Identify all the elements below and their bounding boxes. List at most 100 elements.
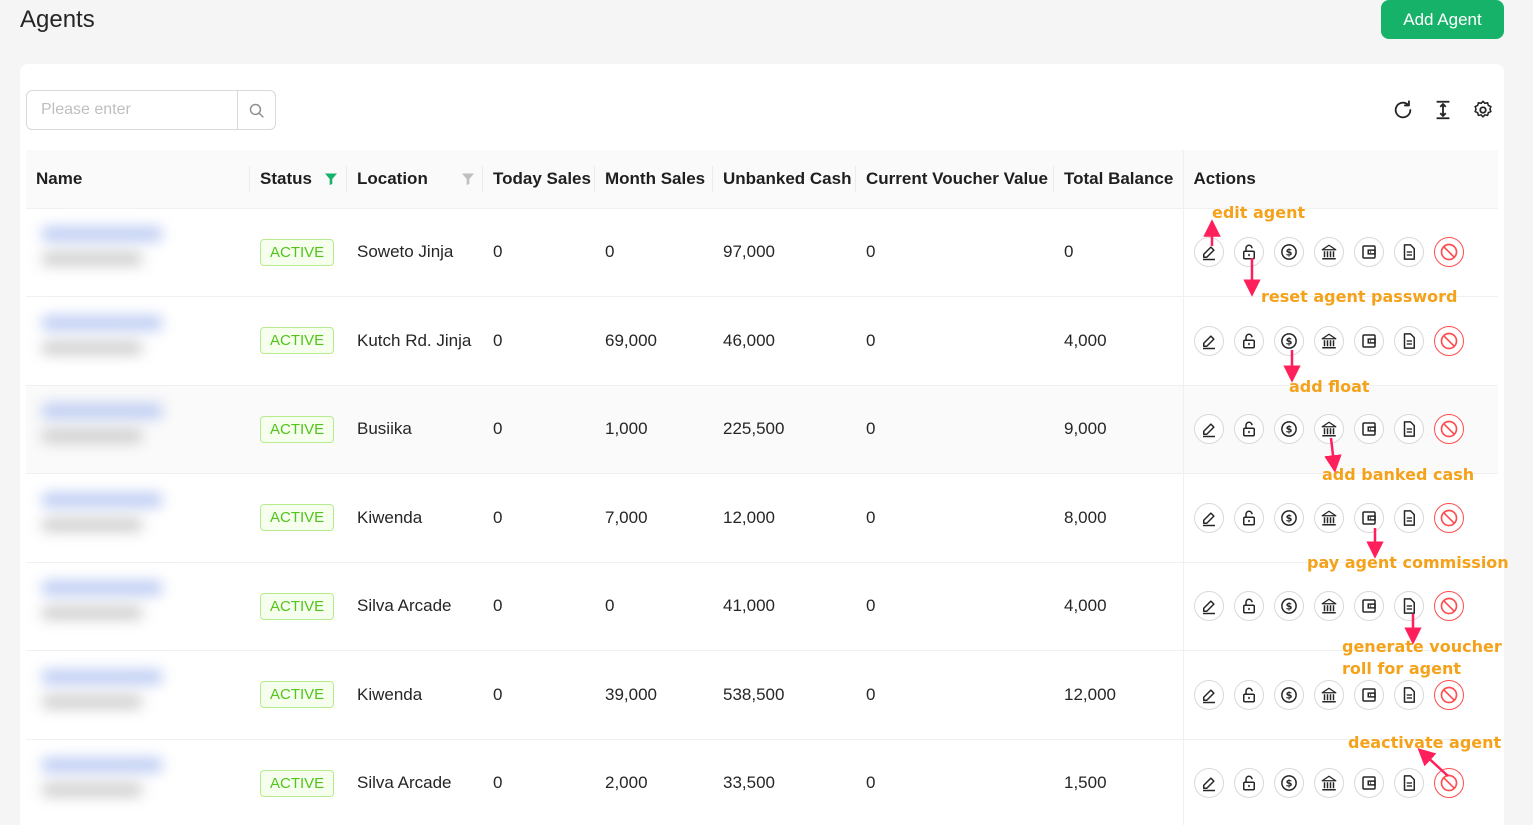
search-button[interactable] xyxy=(237,91,275,129)
column-header-today-sales[interactable]: Today Sales xyxy=(483,150,595,209)
edit-agent-button[interactable] xyxy=(1193,679,1224,710)
column-header-status[interactable]: Status xyxy=(250,150,347,209)
annotation-add-banked-cash: add banked cash xyxy=(1322,465,1475,484)
annotation-edit-agent: edit agent xyxy=(1212,203,1306,222)
voucher-value-cell: 0 xyxy=(856,208,1054,297)
month-sales-cell: 2,000 xyxy=(595,739,713,825)
stop-icon xyxy=(1440,420,1457,438)
pay-commission-button[interactable] xyxy=(1353,325,1384,356)
today-sales-cell: 0 xyxy=(483,208,595,297)
add-float-button[interactable]: $ xyxy=(1273,325,1304,356)
today-sales-cell: 0 xyxy=(483,473,595,563)
edit-agent-button[interactable] xyxy=(1193,768,1224,799)
deactivate-agent-button[interactable] xyxy=(1433,325,1464,356)
reset-password-button[interactable] xyxy=(1233,237,1264,268)
reset-password-button[interactable] xyxy=(1233,591,1264,622)
edit-agent-button[interactable] xyxy=(1193,237,1224,268)
edit-icon xyxy=(1202,600,1215,615)
deactivate-agent-button[interactable] xyxy=(1433,237,1464,268)
add-float-button[interactable]: $ xyxy=(1273,679,1304,710)
reset-password-button[interactable] xyxy=(1233,414,1264,445)
svg-text:$: $ xyxy=(1285,336,1292,347)
agents-table: Name Status Location Today Sales Month S… xyxy=(26,150,1498,825)
add-banked-cash-button[interactable] xyxy=(1313,237,1344,268)
deactivate-agent-button[interactable] xyxy=(1433,414,1464,445)
generate-voucher-button[interactable] xyxy=(1393,768,1424,799)
generate-voucher-button[interactable] xyxy=(1393,679,1424,710)
voucher-value-cell: 0 xyxy=(856,562,1054,651)
annotation-add-float: add float xyxy=(1289,377,1370,396)
file-text-icon xyxy=(1403,244,1415,261)
voucher-value-cell: 0 xyxy=(856,385,1054,474)
deactivate-agent-button[interactable] xyxy=(1433,591,1464,622)
pay-commission-button[interactable] xyxy=(1353,768,1384,799)
table-settings-button[interactable] xyxy=(1471,98,1495,122)
location-cell: Busiika xyxy=(347,385,483,474)
reset-password-button[interactable] xyxy=(1233,679,1264,710)
unlock-icon xyxy=(1242,333,1255,349)
reset-password-button[interactable] xyxy=(1233,768,1264,799)
reload-button[interactable] xyxy=(1391,98,1415,122)
pay-commission-button[interactable] xyxy=(1353,414,1384,445)
edit-icon xyxy=(1202,512,1215,526)
edit-agent-button[interactable] xyxy=(1193,325,1224,356)
deactivate-agent-button[interactable] xyxy=(1433,768,1464,799)
add-float-button[interactable]: $ xyxy=(1273,768,1304,799)
add-banked-cash-button[interactable] xyxy=(1313,502,1344,533)
agent-name-cell xyxy=(26,385,250,474)
edit-agent-button[interactable] xyxy=(1193,414,1224,445)
filter-icon[interactable] xyxy=(324,172,338,186)
add-float-button[interactable]: $ xyxy=(1273,237,1304,268)
edit-icon xyxy=(1202,246,1215,261)
column-header-name[interactable]: Name xyxy=(26,150,250,209)
annotation-reset-password: reset agent password xyxy=(1261,287,1458,306)
reset-password-button[interactable] xyxy=(1233,502,1264,533)
generate-voucher-button[interactable] xyxy=(1393,325,1424,356)
bank-icon xyxy=(1321,510,1336,526)
status-cell: ACTIVE xyxy=(250,739,347,825)
column-header-voucher-value[interactable]: Current Voucher Value xyxy=(856,150,1054,209)
generate-voucher-button[interactable] xyxy=(1393,237,1424,268)
today-sales-cell: 0 xyxy=(483,739,595,825)
pay-commission-button[interactable] xyxy=(1353,502,1384,533)
svg-text:$: $ xyxy=(1285,513,1292,524)
add-float-button[interactable]: $ xyxy=(1273,502,1304,533)
column-header-unbanked-cash[interactable]: Unbanked Cash xyxy=(713,150,856,209)
add-banked-cash-button[interactable] xyxy=(1313,768,1344,799)
wallet-icon xyxy=(1361,511,1376,525)
month-sales-cell: 0 xyxy=(595,562,713,651)
add-float-button[interactable]: $ xyxy=(1273,414,1304,445)
annotation-deactivate-agent: deactivate agent xyxy=(1348,733,1502,752)
unlock-icon xyxy=(1242,421,1255,437)
filter-icon[interactable] xyxy=(461,172,475,186)
total-balance-cell: 8,000 xyxy=(1054,473,1183,563)
search-input[interactable] xyxy=(27,91,237,129)
column-header-location[interactable]: Location xyxy=(347,150,483,209)
svg-text:$: $ xyxy=(1285,779,1292,790)
reset-password-button[interactable] xyxy=(1233,325,1264,356)
add-banked-cash-button[interactable] xyxy=(1313,591,1344,622)
add-banked-cash-button[interactable] xyxy=(1313,414,1344,445)
generate-voucher-button[interactable] xyxy=(1393,502,1424,533)
pay-commission-button[interactable] xyxy=(1353,679,1384,710)
pay-commission-button[interactable] xyxy=(1353,237,1384,268)
pay-commission-button[interactable] xyxy=(1353,591,1384,622)
agent-name-cell xyxy=(26,208,250,297)
column-header-month-sales[interactable]: Month Sales xyxy=(595,150,713,209)
add-float-button[interactable]: $ xyxy=(1273,591,1304,622)
column-header-total-balance[interactable]: Total Balance xyxy=(1054,150,1183,209)
generate-voucher-button[interactable] xyxy=(1393,414,1424,445)
edit-icon xyxy=(1202,423,1215,438)
density-button[interactable] xyxy=(1431,98,1455,122)
deactivate-agent-button[interactable] xyxy=(1433,502,1464,533)
add-agent-button[interactable]: Add Agent xyxy=(1381,0,1504,39)
generate-voucher-button[interactable] xyxy=(1393,591,1424,622)
add-banked-cash-button[interactable] xyxy=(1313,325,1344,356)
bank-icon xyxy=(1321,244,1336,260)
deactivate-agent-button[interactable] xyxy=(1433,679,1464,710)
file-text-icon xyxy=(1403,686,1415,703)
location-cell: Soweto Jinja xyxy=(347,208,483,297)
edit-agent-button[interactable] xyxy=(1193,502,1224,533)
add-banked-cash-button[interactable] xyxy=(1313,679,1344,710)
edit-agent-button[interactable] xyxy=(1193,591,1224,622)
